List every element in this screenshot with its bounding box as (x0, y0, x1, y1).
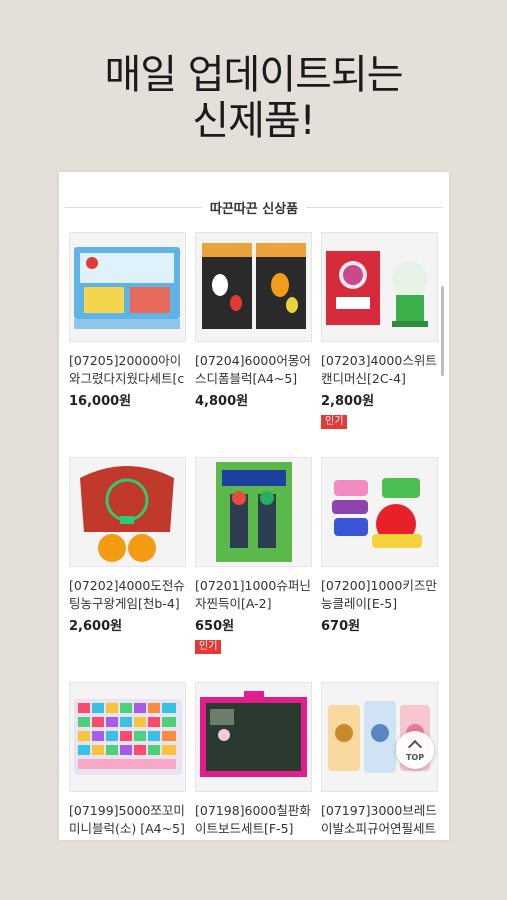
headline-line-1: 매일 업데이트되는 (104, 52, 403, 98)
product-price: 2,600원 (69, 619, 123, 634)
product-card[interactable]: [07204]6000어몽어스디폼블럭[A4~5] 4,800원 (195, 232, 312, 409)
promo-headline: 매일 업데이트되는 신제품! (0, 52, 507, 144)
product-price: 16,000원 (69, 394, 132, 409)
product-card[interactable]: [07199]5000쪼꼬미미니블럭(소) [A4~5] (69, 682, 186, 838)
product-price: 2,800원 (321, 394, 375, 409)
product-name[interactable]: [07202]4000도전슈팅농구왕게임[천b-4] (69, 577, 186, 613)
top-button-label: TOP (405, 753, 425, 762)
product-price: 650원 (195, 619, 235, 634)
product-card[interactable]: [07205]20000아이와그렸다지웠다세트[c-9] 16,000원 (69, 232, 186, 409)
scroll-to-top-button[interactable]: TOP (396, 731, 434, 769)
product-card[interactable]: [07200]1000키즈만능클레이[E-5] 670원 (321, 457, 438, 634)
product-name[interactable]: [07200]1000키즈만능클레이[E-5] (321, 577, 438, 613)
product-image[interactable] (321, 232, 438, 342)
chevron-up-icon (407, 739, 423, 755)
section-header: 따끈따끈 신상품 (59, 196, 449, 218)
product-name[interactable]: [07199]5000쪼꼬미미니블럭(소) [A4~5] (69, 802, 186, 838)
product-name[interactable]: [07197]3000브레드이발소피규어연필세트 (321, 802, 438, 838)
app-screen-panel: 따끈따끈 신상품 [07205]20000아이와그렸다지웠다세트[c-9] 16… (59, 172, 449, 840)
product-name[interactable]: [07203]4000스위트캔디머신[2C-4] (321, 352, 438, 388)
product-image[interactable] (195, 232, 312, 342)
product-price: 4,800원 (195, 394, 249, 409)
product-name[interactable]: [07204]6000어몽어스디폼블럭[A4~5] (195, 352, 312, 388)
divider (306, 206, 443, 208)
product-price: 670원 (321, 619, 361, 634)
product-card[interactable]: [07201]1000슈퍼닌자찐득이[A-2] 650원 인기 (195, 457, 312, 654)
product-name[interactable]: [07201]1000슈퍼닌자찐득이[A-2] (195, 577, 312, 613)
product-image[interactable] (69, 457, 186, 567)
product-card[interactable]: [07198]6000칠판화이트보드세트[F-5] (195, 682, 312, 838)
section-title: 따끈따끈 신상품 (209, 201, 299, 217)
product-image[interactable] (69, 682, 186, 792)
product-image[interactable] (195, 682, 312, 792)
scrollbar[interactable] (441, 286, 444, 376)
popular-badge: 인기 (321, 415, 348, 429)
product-card[interactable]: [07203]4000스위트캔디머신[2C-4] 2,800원 인기 (321, 232, 438, 429)
headline-line-2: 신제품! (192, 98, 315, 144)
product-image[interactable] (195, 457, 312, 567)
product-card[interactable]: [07202]4000도전슈팅농구왕게임[천b-4] 2,600원 (69, 457, 186, 634)
product-name[interactable]: [07198]6000칠판화이트보드세트[F-5] (195, 802, 312, 838)
product-name[interactable]: [07205]20000아이와그렸다지웠다세트[c-9] (69, 352, 186, 388)
product-image[interactable] (69, 232, 186, 342)
divider (65, 206, 202, 208)
popular-badge: 인기 (195, 640, 222, 654)
product-image[interactable] (321, 457, 438, 567)
